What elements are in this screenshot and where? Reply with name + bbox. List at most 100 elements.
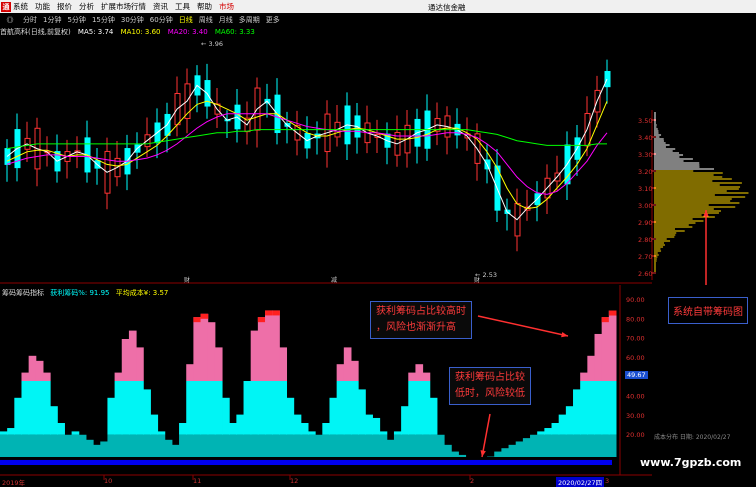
profit-mid-bar (322, 423, 330, 435)
profit-base-bar (257, 434, 266, 457)
price-tick-label: 3.40 (638, 134, 652, 142)
date-label: 11 (193, 477, 202, 485)
profit-base-bar (35, 434, 44, 457)
profit-base-bar (436, 434, 445, 457)
profit-mid-bar (551, 423, 560, 435)
profit-peak-bar (257, 317, 266, 323)
profit-base-bar (501, 448, 510, 457)
profit-mid-bar (157, 431, 166, 435)
indicator-tick-label: 20.00 (626, 431, 645, 439)
profit-mid-bar (229, 423, 237, 435)
profit-base-bar (143, 434, 151, 457)
indicator-tick-label: 40.00 (626, 393, 645, 401)
price-tick-label: 2.70 (638, 253, 652, 261)
profit-high-bar (250, 330, 259, 381)
profit-high-bar (422, 372, 431, 381)
profit-mid-bar (136, 381, 144, 435)
event-marker: 财 (474, 276, 480, 284)
profit-mid-bar (193, 381, 202, 435)
profit-mid-bar (308, 431, 316, 435)
price-tick-label: 3.20 (638, 168, 652, 176)
profit-mid-bar (42, 381, 51, 435)
profit-base-bar (171, 444, 180, 457)
date-label: 3 (605, 477, 610, 485)
profit-mid-bar (143, 389, 151, 435)
profit-mid-bar (114, 381, 123, 435)
profit-high-bar (35, 360, 44, 381)
profit-mid-bar (214, 381, 223, 435)
profit-high-bar (28, 355, 37, 381)
profit-base-bar (207, 434, 216, 457)
profit-mid-bar (272, 381, 280, 435)
indicator-axis: 90.0080.0070.0060.0050.0040.0030.0020.00 (626, 296, 645, 439)
profit-base-bar (415, 434, 424, 457)
profit-high-bar (193, 317, 202, 381)
base-band (0, 459, 612, 465)
profit-mid-bar (343, 381, 352, 435)
profit-mid-bar (128, 381, 137, 435)
profit-mid-bar (365, 414, 373, 435)
date-axis: 2019年 10 11 12 2 3 (0, 476, 616, 487)
profit-base-bar (401, 434, 409, 457)
profit-mid-bar (207, 381, 216, 435)
profit-mid-bar (594, 381, 603, 435)
profit-base-bar (157, 434, 166, 457)
profit-mid-bar (415, 381, 424, 435)
profit-base-bar (128, 434, 137, 457)
profit-mid-bar (14, 397, 22, 435)
profit-base-bar (322, 434, 330, 457)
profit-base-bar (136, 434, 144, 457)
profit-high-bar (580, 372, 588, 381)
date-label: 10 (104, 477, 113, 485)
profit-base-bar (250, 434, 259, 457)
profit-mid-bar (429, 397, 438, 435)
profit-base-bar (515, 441, 524, 457)
profit-base-bar (114, 434, 123, 457)
avg-cost-label: 平均成本¥: 3.57 (115, 289, 169, 297)
profit-base-bar (508, 444, 517, 457)
price-tick-label: 2.60 (638, 270, 652, 278)
candle-body (604, 70, 611, 88)
profit-base-bar (78, 434, 87, 457)
profit-mid-bar (573, 389, 581, 435)
profit-base-bar (286, 434, 295, 457)
indicator-tick-label: 70.00 (626, 335, 645, 343)
profit-high-bar (608, 310, 617, 381)
profit-base-bar (121, 434, 130, 457)
profit-high-bar (272, 310, 280, 381)
profit-mid-bar (422, 381, 431, 435)
chart-canvas[interactable]: 3.50 3.40 3.30 3.20 3.10 3.00 2.90 2.80 2.70 2.60… (0, 0, 756, 487)
profit-mid-bar (580, 381, 588, 435)
profit-mid-bar (393, 431, 402, 435)
cost-distribution-label: 成本分布 日期: 2020/02/27 (654, 434, 731, 441)
profit-base-bar (544, 434, 553, 457)
profit-mid-bar (200, 381, 209, 435)
arrow-low-risk-head (480, 450, 486, 457)
profit-base-bar (429, 434, 438, 457)
profit-base-bar (7, 434, 15, 457)
profit-base-bar (336, 434, 345, 457)
profit-base-bar (365, 434, 373, 457)
profit-high-bar (114, 372, 123, 381)
profit-mid-bar (379, 431, 388, 435)
profit-base-bar (565, 434, 574, 457)
profit-high-bar (601, 317, 610, 381)
price-tick-label: 3.50 (638, 117, 652, 125)
profit-mid-bar (608, 381, 617, 435)
profit-base-bar (222, 434, 230, 457)
indicator-name: 筹码筹码指标 (2, 289, 44, 297)
profit-base-bar (601, 434, 610, 457)
arrow-low-risk (481, 413, 491, 458)
profit-mid-bar (243, 381, 252, 435)
indicator-tick-label: 30.00 (626, 412, 645, 420)
annotation-low-risk: 获利筹码占比较 低时，风险较低 (449, 367, 531, 405)
profit-mid-bar (587, 381, 596, 435)
profit-base-bar (71, 434, 80, 457)
profit-high-bar (594, 333, 603, 381)
profit-base-bar (522, 438, 531, 457)
profit-base-bar (343, 434, 352, 457)
annotation-line: 低时，风险较低 (455, 388, 525, 399)
profit-base-bar (530, 434, 538, 457)
profit-base-bar (64, 434, 73, 457)
profit-mid-bar (35, 381, 44, 435)
